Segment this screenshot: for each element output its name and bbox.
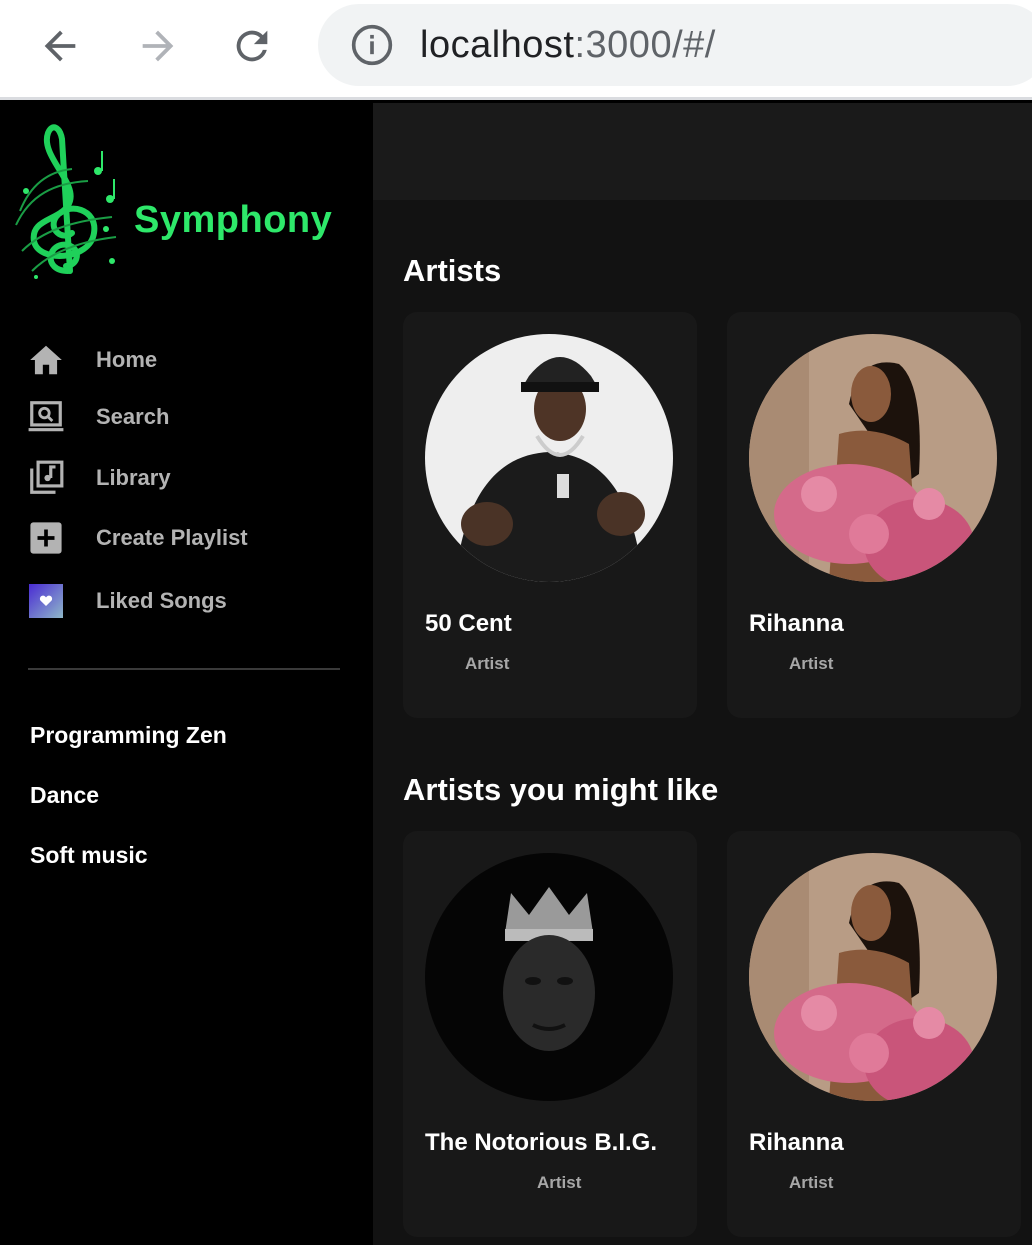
artist-name: The Notorious B.I.G. [425, 1129, 657, 1156]
main-content: Artists 50 Cent Artist Rihanna Artist Ar… [373, 103, 1032, 1245]
artist-subtitle: Artist [537, 1173, 582, 1192]
browser-toolbar: localhost:3000/#/ [0, 0, 1032, 100]
url-text: localhost:3000/#/ [420, 24, 716, 67]
reload-icon [236, 30, 268, 62]
artist-photo [749, 334, 997, 582]
artist-name: 50 Cent [425, 610, 512, 637]
plus-icon [26, 518, 66, 558]
section-title: Artists you might like [403, 772, 719, 807]
artist-name: Rihanna [749, 610, 844, 637]
artist-card[interactable]: Rihanna Artist [727, 831, 1021, 1237]
artist-card[interactable]: Rihanna Artist [727, 312, 1021, 718]
info-icon [351, 24, 393, 66]
artist-photo [425, 334, 673, 582]
artist-subtitle: Artist [789, 654, 834, 673]
forward-button[interactable] [132, 20, 184, 72]
treble-clef-logo-icon [15, 124, 117, 279]
arrow-right-icon [142, 30, 174, 62]
nav-liked-songs-label: Liked Songs [96, 588, 227, 613]
nav-search[interactable]: Search [26, 397, 169, 437]
section-title: Artists [403, 253, 502, 288]
playlist-item[interactable]: Programming Zen [30, 722, 227, 749]
address-bar[interactable]: localhost:3000/#/ [318, 4, 1032, 86]
artist-photo [749, 853, 997, 1101]
nav-library-label: Library [96, 465, 171, 490]
brand-name: Symphony [134, 199, 333, 241]
nav-library[interactable]: Library [26, 458, 171, 498]
playlist-item[interactable]: Soft music [30, 842, 148, 869]
sidebar-divider [28, 668, 340, 670]
top-bar [373, 103, 1032, 200]
artist-photo [425, 853, 673, 1101]
back-button[interactable] [34, 20, 86, 72]
home-icon [26, 340, 66, 380]
nav-liked-songs[interactable]: Liked Songs [26, 581, 227, 621]
artist-name: Rihanna [749, 1129, 844, 1156]
artist-subtitle: Artist [789, 1173, 834, 1192]
arrow-left-icon [44, 30, 76, 62]
library-icon [26, 458, 66, 498]
nav-home-label: Home [96, 347, 158, 372]
playlist-item[interactable]: Dance [30, 782, 99, 809]
artist-card[interactable]: The Notorious B.I.G. Artist [403, 831, 697, 1237]
url-host: localhost [420, 23, 575, 66]
search-icon [26, 397, 66, 437]
nav-create-playlist-label: Create Playlist [96, 525, 248, 550]
url-path: :3000/#/ [574, 23, 716, 66]
artist-card[interactable]: 50 Cent Artist [403, 312, 697, 718]
nav-search-label: Search [96, 404, 170, 429]
reload-button[interactable] [226, 20, 278, 72]
nav-home[interactable]: Home [26, 340, 157, 380]
sidebar: Symphony Home Search Library Create Play… [0, 103, 373, 1245]
artist-subtitle: Artist [465, 654, 510, 673]
nav-create-playlist[interactable]: Create Playlist [26, 518, 248, 558]
heart-icon [26, 581, 66, 621]
